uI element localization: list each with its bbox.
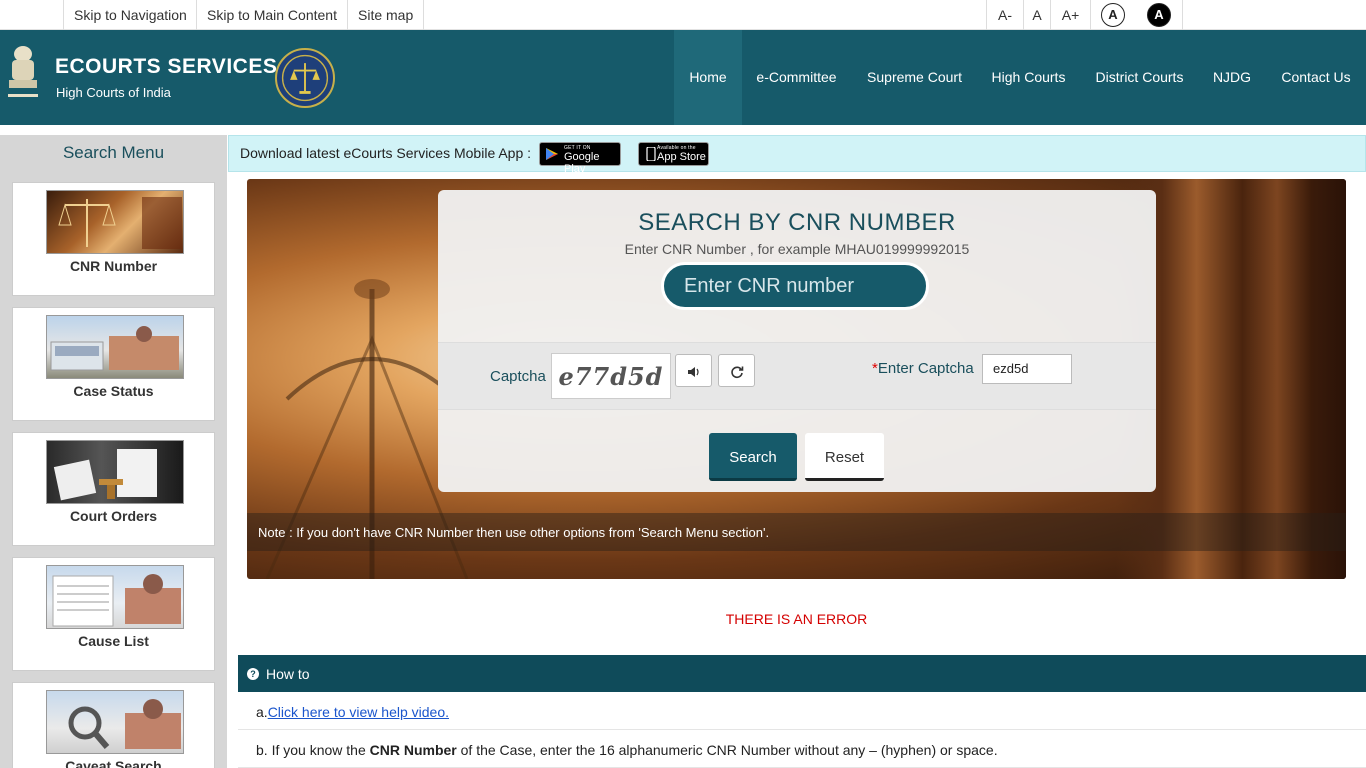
font-increase-button[interactable]: A+	[1050, 0, 1091, 30]
sitemap-link[interactable]: Site map	[347, 0, 425, 30]
google-play-badge[interactable]: GET IT ON Google Play	[539, 142, 621, 175]
google-play-icon	[546, 148, 558, 160]
error-message: THERE IS AN ERROR	[725, 611, 868, 627]
menu-item-cnr-number[interactable]: CNR Number	[12, 182, 215, 296]
font-normal-button[interactable]: A	[1023, 0, 1050, 30]
nav-supreme-court[interactable]: Supreme Court	[857, 30, 972, 125]
national-emblem-icon	[8, 46, 38, 97]
cnr-number-input[interactable]: Enter CNR number	[661, 262, 929, 310]
menu-item-case-status[interactable]: Case Status	[12, 307, 215, 421]
search-menu-sidebar: Search Menu CNR Number Case Status Court…	[0, 135, 227, 768]
captcha-refresh-button[interactable]	[718, 354, 755, 387]
site-subtitle: High Courts of India	[56, 85, 171, 100]
nav-home[interactable]: Home	[674, 30, 742, 125]
captcha-audio-button[interactable]	[675, 354, 712, 387]
captcha-label: Captcha	[490, 368, 546, 385]
court-order-document-icon	[46, 440, 184, 504]
item-b-suffix: of the Case, enter the 16 alphanumeric C…	[456, 742, 998, 758]
item-b-prefix: b. If you know the	[256, 742, 370, 758]
menu-item-label: Cause List	[78, 633, 149, 649]
google-play-text: Google Play	[564, 151, 600, 175]
how-to-header[interactable]: ? How to	[238, 655, 1366, 692]
captcha-image: e77d5d	[551, 353, 671, 399]
skip-to-navigation-link[interactable]: Skip to Navigation	[63, 0, 197, 30]
skip-to-main-content-link[interactable]: Skip to Main Content	[196, 0, 347, 30]
speaker-icon	[687, 366, 699, 377]
menu-item-label: Court Orders	[69, 508, 158, 524]
nav-high-courts[interactable]: High Courts	[982, 30, 1075, 125]
search-menu-title: Search Menu	[62, 143, 165, 162]
court-building-icon	[46, 315, 184, 379]
how-to-item-a: a.Click here to view help video.	[238, 692, 1366, 730]
nav-e-committee[interactable]: e-Committee	[748, 30, 845, 125]
nav-district-courts[interactable]: District Courts	[1086, 30, 1193, 125]
divider	[1182, 0, 1183, 30]
item-a-prefix: a.	[256, 704, 268, 720]
phone-icon	[646, 147, 656, 161]
item-b-bold: CNR Number	[369, 742, 457, 758]
mobile-app-banner: Download latest eCourts Services Mobile …	[228, 135, 1366, 175]
search-title: SEARCH BY CNR NUMBER	[638, 209, 956, 236]
site-title: ECOURTS SERVICES	[55, 55, 278, 78]
reset-button[interactable]: Reset	[805, 433, 884, 481]
cnr-search-panel: SEARCH BY CNR NUMBER Enter CNR Number , …	[438, 190, 1156, 492]
app-store-text: App Store	[657, 151, 706, 163]
question-icon: ?	[247, 668, 259, 680]
nav-contact-us[interactable]: Contact Us	[1272, 30, 1360, 125]
mobile-app-text: Download latest eCourts Services Mobile …	[240, 145, 532, 161]
cnr-example-hint: Enter CNR Number , for example MHAU01999…	[624, 241, 970, 257]
menu-item-label: CNR Number	[69, 258, 158, 274]
magnifier-icon	[46, 690, 184, 754]
enter-captcha-text: Enter Captcha	[877, 360, 974, 377]
search-button[interactable]: Search	[709, 433, 797, 481]
ecommittee-seal-icon	[275, 48, 335, 108]
menu-item-court-orders[interactable]: Court Orders	[12, 432, 215, 546]
captcha-row: Captcha e77d5d *Enter Captcha ezd5d	[438, 342, 1156, 410]
menu-item-cause-list[interactable]: Cause List	[12, 557, 215, 671]
search-note: Note : If you don't have CNR Number then…	[258, 525, 770, 540]
how-to-title: How to	[266, 666, 310, 682]
site-header: ECOURTS SERVICES High Courts of India Ho…	[0, 30, 1366, 125]
cause-list-document-icon	[46, 565, 184, 629]
high-contrast-button[interactable]: A	[1147, 3, 1171, 27]
captcha-input[interactable]: ezd5d	[982, 354, 1072, 384]
scales-of-justice-icon	[46, 190, 184, 254]
accessibility-bar: Skip to Navigation Skip to Main Content …	[0, 0, 1366, 30]
how-to-item-b: b. If you know the CNR Number of the Cas…	[238, 730, 1366, 768]
normal-contrast-button[interactable]: A	[1101, 3, 1125, 27]
help-video-link[interactable]: Click here to view help video.	[268, 704, 449, 720]
menu-item-label: Caveat Search	[65, 758, 162, 768]
menu-item-caveat-search[interactable]: Caveat Search	[12, 682, 215, 768]
nav-njdg[interactable]: NJDG	[1204, 30, 1260, 125]
enter-captcha-label: *Enter Captcha	[872, 360, 974, 377]
app-store-badge[interactable]: Available on the App Store	[638, 142, 709, 166]
refresh-icon	[730, 366, 743, 378]
font-decrease-button[interactable]: A-	[986, 0, 1023, 30]
menu-item-label: Case Status	[73, 383, 154, 399]
